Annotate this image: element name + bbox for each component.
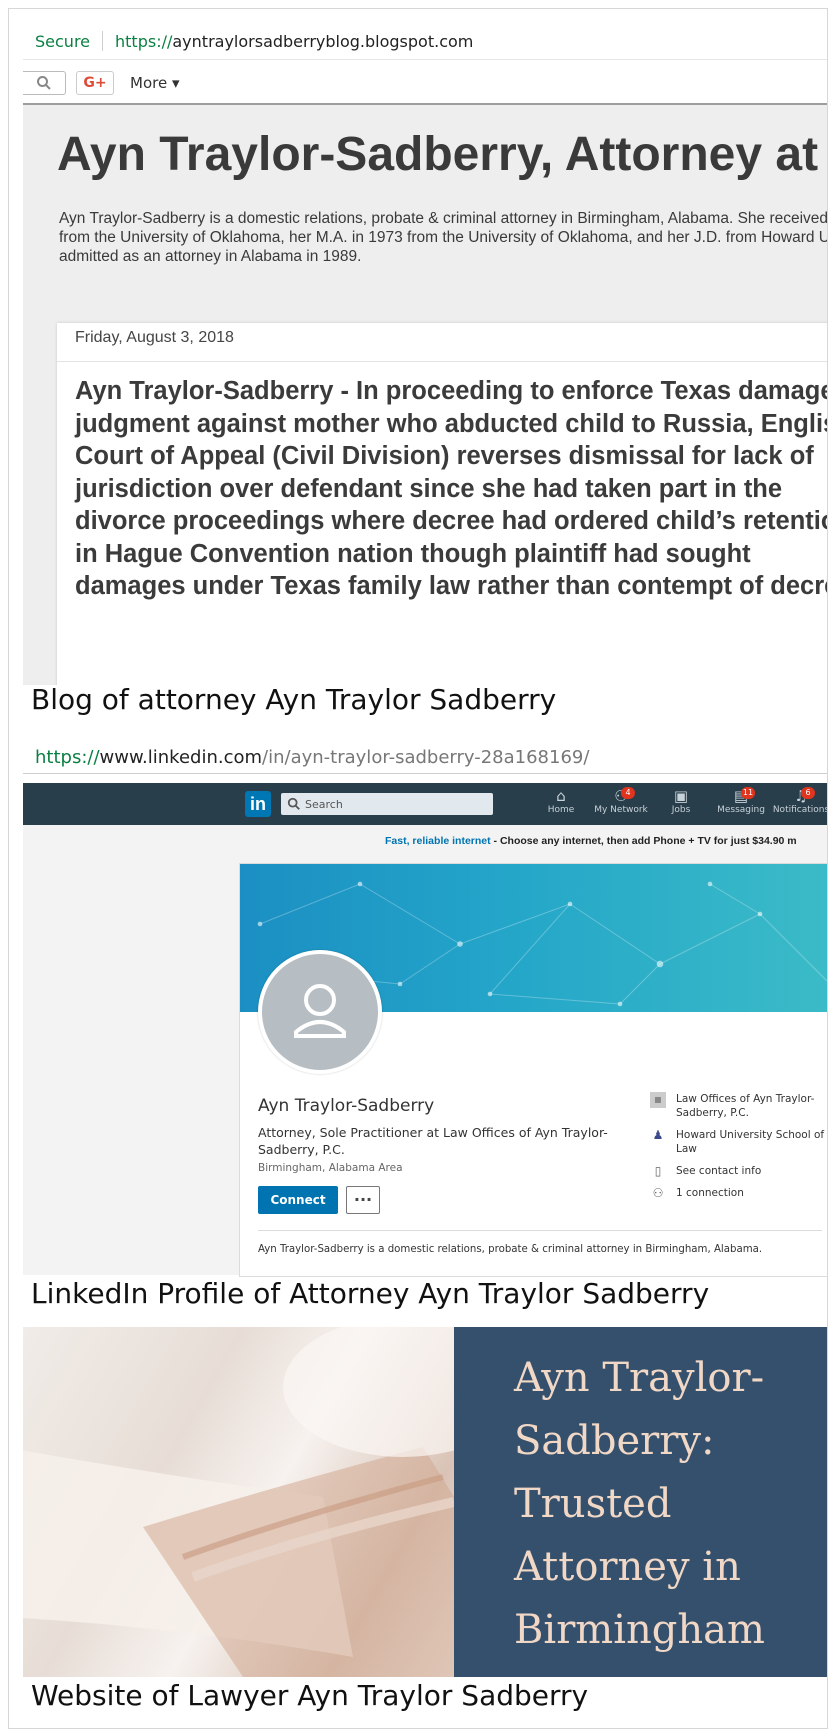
post-divider [57,361,827,362]
connect-button[interactable]: Connect [258,1186,338,1214]
avatar[interactable] [258,950,382,1074]
ad-text: - Choose any internet, then add Phone + … [490,835,797,847]
contact-card-icon: ▯ [654,1164,662,1178]
contact-info-link[interactable]: ▯ See contact info [650,1164,827,1178]
blog-page: Ayn Traylor-Sadberry, Attorney at Law Ay… [23,105,828,685]
open-book-image [23,1327,523,1677]
nav-label: Jobs [671,805,691,815]
url-path: /in/ayn-traylor-sadberry-28a168169/ [262,746,590,768]
book-photo [23,1327,523,1677]
url-protocol: https:// [115,31,173,51]
linkedin-page: Fast, reliable internet - Choose any int… [23,825,827,1277]
url-protocol: https:// [35,746,100,768]
more-menu-button[interactable]: More ▾ [130,74,179,92]
blog-description: Ayn Traylor-Sadberry is a domestic relat… [59,210,828,265]
nav-item-notifications[interactable]: ♫ 6 Notifications [771,787,828,815]
secure-label: Secure [35,31,91,51]
profile-name: Ayn Traylor-Sadberry [258,1096,435,1116]
nav-label: Messaging [717,805,765,815]
website-hero: Ayn Traylor-Sadberry: Trusted Attorney i… [23,1327,827,1677]
nav-item-jobs[interactable]: ▣ Jobs [651,787,711,815]
school-link[interactable]: ♟ Howard University School of Law [650,1128,827,1156]
blogger-toolbar: G+ More ▾ [23,63,827,105]
website-caption: Website of Lawyer Ayn Traylor Sadberry [31,1679,589,1712]
nav-item-home[interactable]: ⌂ Home [531,787,591,815]
website-heading: Ayn Traylor-Sadberry: Trusted Attorney i… [514,1355,765,1653]
linkedin-nav-bar: in Search ⌂ Home ⚇ 4 My Network ▣ Jobs ▤… [23,783,828,825]
school-name: Howard University School of Law [676,1129,825,1155]
profile-divider [258,1230,822,1231]
more-actions-button[interactable]: ··· [346,1186,380,1214]
nav-label: Notifications [772,805,828,815]
url-text: ayntraylorsadberryblog.blogspot.com [172,31,474,51]
profile-side-info: ▪ Law Offices of Ayn Traylor-Sadberry, P… [650,1092,827,1208]
url-host: www.linkedin.com [99,746,263,768]
notification-badge: 6 [801,787,815,799]
search-input[interactable]: Search [281,793,493,815]
blog-title[interactable]: Ayn Traylor-Sadberry, Attorney at Law [57,127,827,182]
people-icon: ⚇ [652,1186,664,1200]
connections-label: 1 connection [676,1187,744,1199]
school-icon: ♟ [652,1128,664,1142]
google-plus-button[interactable]: G+ [76,71,114,95]
post-title[interactable]: Ayn Traylor-Sadberry - In proceeding to … [75,375,827,603]
profile-headline: Attorney, Sole Practitioner at Law Offic… [258,1125,608,1157]
blog-caption: Blog of attorney Ayn Traylor Sadberry [31,683,557,716]
nav-item-my-network[interactable]: ⚇ 4 My Network [591,787,651,815]
connections-link[interactable]: ⚇ 1 connection [650,1186,827,1200]
company-name: Law Offices of Ayn Traylor-Sadberry, P.C… [676,1093,815,1119]
linkedin-logo[interactable]: in [245,791,271,817]
ad-link[interactable]: Fast, reliable internet [385,835,491,847]
nav-item-messaging[interactable]: ▤ 11 Messaging [711,787,771,815]
ad-banner[interactable]: Fast, reliable internet - Choose any int… [385,835,797,847]
search-icon [37,76,51,90]
company-icon: ▪ [650,1092,666,1108]
company-link[interactable]: ▪ Law Offices of Ayn Traylor-Sadberry, P… [650,1092,827,1120]
search-placeholder: Search [305,797,343,811]
website-title-panel: Ayn Traylor-Sadberry: Trusted Attorney i… [454,1327,827,1677]
home-icon: ⌂ [556,787,566,805]
person-icon [294,984,346,1038]
briefcase-icon: ▣ [673,787,689,805]
linkedin-caption: LinkedIn Profile of Attorney Ayn Traylor… [31,1277,710,1310]
bell-icon: ♫ [771,787,827,805]
linkedin-address-bar[interactable]: https:// www.linkedin.com /in/ayn-traylo… [23,741,827,774]
address-separator [102,31,104,51]
blog-post: Friday, August 3, 2018 Ayn Traylor-Sadbe… [57,323,827,685]
nav-label: My Network [594,805,648,815]
nav-label: Home [547,805,575,815]
screenshot-collage: Secure https:// ayntraylorsadberryblog.b… [8,8,828,1729]
search-button[interactable] [23,71,66,95]
search-icon [287,797,300,810]
blog-address-bar[interactable]: Secure https:// ayntraylorsadberryblog.b… [23,23,827,60]
notification-badge: 11 [741,787,755,799]
notification-badge: 4 [621,787,635,799]
profile-card: Ayn Traylor-Sadberry Attorney, Sole Prac… [239,863,827,1277]
contact-info-label: See contact info [676,1165,762,1177]
post-date: Friday, August 3, 2018 [75,329,234,346]
profile-summary: Ayn Traylor-Sadberry is a domestic relat… [258,1244,763,1255]
profile-location: Birmingham, Alabama Area [258,1162,403,1174]
